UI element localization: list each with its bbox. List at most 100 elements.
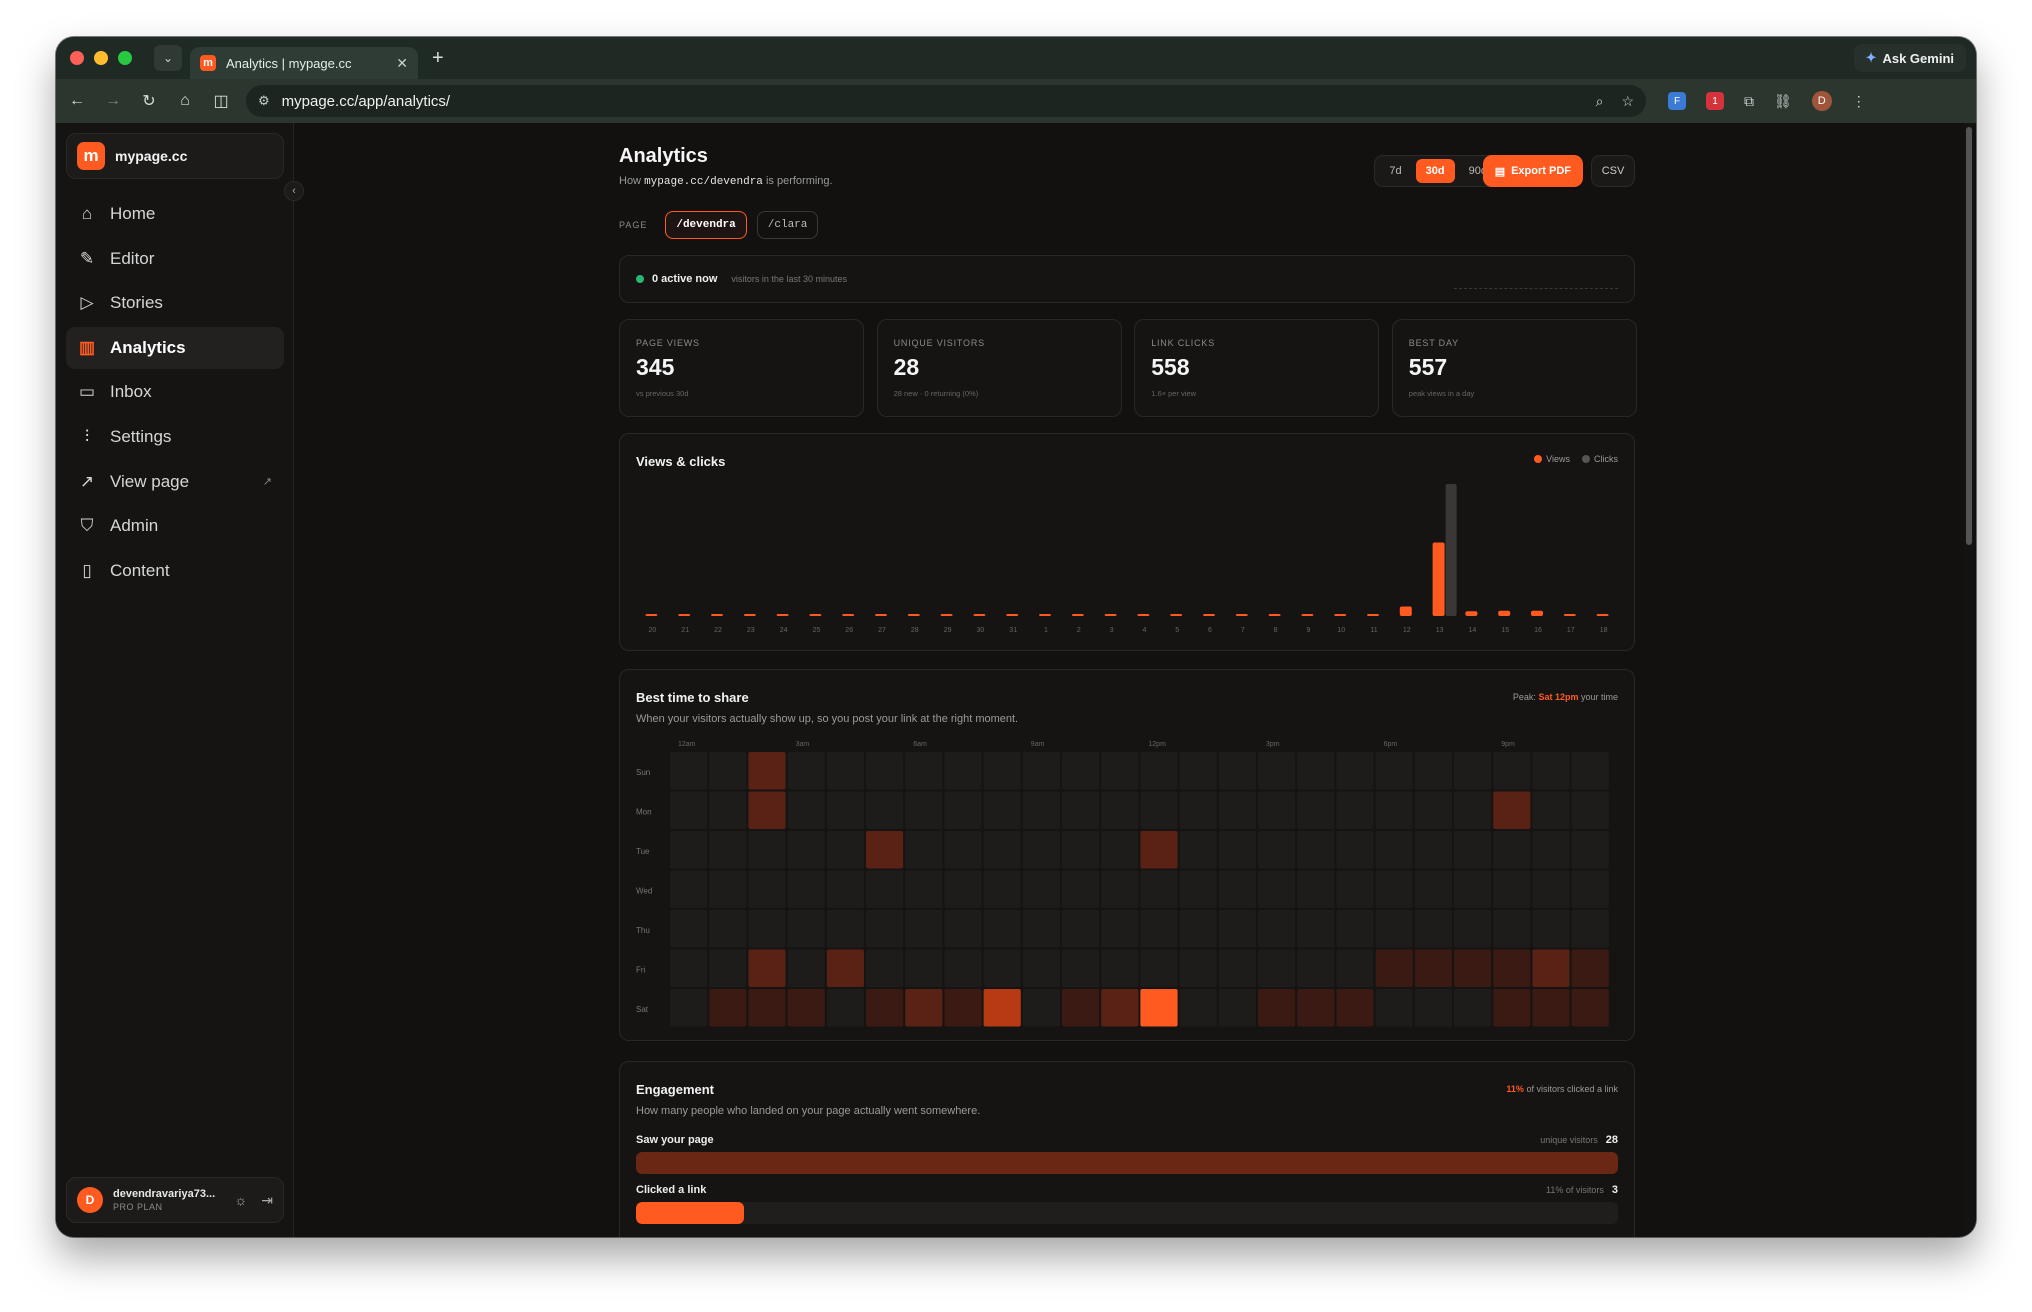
heatmap-cell[interactable] <box>1532 949 1570 988</box>
heatmap-cell[interactable] <box>826 989 864 1027</box>
address-bar[interactable]: ⚙ mypage.cc/app/analytics/ ⌕ ☆ <box>246 85 1646 117</box>
heatmap-cell[interactable] <box>1101 870 1139 909</box>
heatmap-cell[interactable] <box>1454 870 1492 909</box>
heatmap-cell[interactable] <box>826 949 864 988</box>
heatmap-cell[interactable] <box>826 870 864 909</box>
heatmap-cell[interactable] <box>709 831 747 869</box>
heatmap-cell[interactable] <box>1454 949 1492 988</box>
page-chip[interactable]: /devendra <box>665 211 747 239</box>
page-scrollbar[interactable] <box>1964 123 1974 1237</box>
bar-views-29[interactable] <box>940 614 953 616</box>
range-7d-button[interactable]: 7d <box>1379 159 1411 183</box>
heatmap-cell[interactable] <box>1493 752 1531 790</box>
page-chip[interactable]: /clara <box>756 211 819 239</box>
heatmap-cell[interactable] <box>1140 989 1178 1027</box>
heatmap-cell[interactable] <box>670 831 708 869</box>
heatmap-cell[interactable] <box>1493 910 1531 948</box>
heatmap-cell[interactable] <box>1101 791 1139 830</box>
heatmap-cell[interactable] <box>1571 910 1609 948</box>
heatmap-cell[interactable] <box>1062 949 1100 988</box>
profile-avatar[interactable]: D <box>1811 91 1832 111</box>
heatmap-cell[interactable] <box>709 791 747 830</box>
heatmap-cell[interactable] <box>905 752 943 790</box>
heatmap-cell[interactable] <box>748 910 786 948</box>
bar-views-2[interactable] <box>1071 614 1084 616</box>
heatmap-cell[interactable] <box>1179 989 1217 1027</box>
heatmap-cell[interactable] <box>709 870 747 909</box>
heatmap-cell[interactable] <box>787 791 825 830</box>
heatmap-cell[interactable] <box>1375 949 1413 988</box>
extension-one-icon[interactable]: F <box>1668 92 1686 110</box>
heatmap-cell[interactable] <box>1297 949 1335 988</box>
heatmap-cell[interactable] <box>1258 910 1296 948</box>
sidebar-item-content[interactable]: ▯ Content <box>66 550 284 592</box>
heatmap-cell[interactable] <box>670 989 708 1027</box>
heatmap-cell[interactable] <box>983 989 1021 1027</box>
heatmap-cell[interactable] <box>670 752 708 790</box>
back-button[interactable]: ← <box>62 86 92 116</box>
heatmap-cell[interactable] <box>1336 989 1374 1027</box>
heatmap-cell[interactable] <box>866 989 904 1027</box>
heatmap-cell[interactable] <box>1218 910 1256 948</box>
heatmap-cell[interactable] <box>1532 989 1570 1027</box>
heatmap-cell[interactable] <box>1218 870 1256 909</box>
heatmap-cell[interactable] <box>1375 791 1413 830</box>
heatmap-cell[interactable] <box>1532 910 1570 948</box>
heatmap-cell[interactable] <box>1571 791 1609 830</box>
heatmap-cell[interactable] <box>1297 752 1335 790</box>
export-pdf-button[interactable]: ▤ Export PDF <box>1482 155 1583 187</box>
bar-views-23[interactable] <box>743 614 756 616</box>
heatmap-cell[interactable] <box>1140 752 1178 790</box>
bar-views-22[interactable] <box>711 614 723 616</box>
heatmap-cell[interactable] <box>1532 791 1570 830</box>
heatmap-cell[interactable] <box>670 949 708 988</box>
heatmap-cell[interactable] <box>1571 870 1609 909</box>
heatmap-cell[interactable] <box>1414 949 1452 988</box>
heatmap-cell[interactable] <box>983 791 1021 830</box>
heatmap-cell[interactable] <box>670 910 708 948</box>
heatmap-cell[interactable] <box>1218 949 1256 988</box>
bar-views-5[interactable] <box>1170 614 1183 616</box>
bar-views-7[interactable] <box>1235 614 1248 616</box>
bar-views-6[interactable] <box>1203 614 1215 616</box>
heatmap-cell[interactable] <box>1571 949 1609 988</box>
heatmap-cell[interactable] <box>748 791 786 830</box>
heatmap-cell[interactable] <box>709 752 747 790</box>
close-tab-icon[interactable]: ✕ <box>396 55 408 72</box>
heatmap-cell[interactable] <box>944 989 982 1027</box>
heatmap-cell[interactable] <box>866 752 904 790</box>
heatmap-cell[interactable] <box>1375 831 1413 869</box>
heatmap-cell[interactable] <box>1297 831 1335 869</box>
heatmap-cell[interactable] <box>1258 949 1296 988</box>
heatmap-cell[interactable] <box>866 831 904 869</box>
bar-views-12[interactable] <box>1399 606 1412 616</box>
heatmap-cell[interactable] <box>1022 910 1060 948</box>
heatmap-cell[interactable] <box>787 910 825 948</box>
heatmap-cell[interactable] <box>1022 989 1060 1027</box>
heatmap-cell[interactable] <box>1022 791 1060 830</box>
heatmap-cell[interactable] <box>1140 910 1178 948</box>
heatmap-cell[interactable] <box>944 791 982 830</box>
heatmap-cell[interactable] <box>826 752 864 790</box>
heatmap-cell[interactable] <box>1414 831 1452 869</box>
bar-views-20[interactable] <box>645 614 658 616</box>
heatmap-cell[interactable] <box>983 949 1021 988</box>
heatmap-cell[interactable] <box>1336 870 1374 909</box>
bar-views-14[interactable] <box>1465 611 1478 616</box>
heatmap-cell[interactable] <box>1414 752 1452 790</box>
heatmap-cell[interactable] <box>787 752 825 790</box>
heatmap-cell[interactable] <box>1571 831 1609 869</box>
heatmap-cell[interactable] <box>1140 791 1178 830</box>
bookmark-star-icon[interactable]: ☆ <box>1621 93 1634 110</box>
heatmap-cell[interactable] <box>1571 989 1609 1027</box>
heatmap-cell[interactable] <box>1218 989 1256 1027</box>
heatmap-cell[interactable] <box>866 949 904 988</box>
heatmap-cell[interactable] <box>1022 752 1060 790</box>
heatmap-cell[interactable] <box>1571 752 1609 790</box>
bar-views-13[interactable] <box>1432 542 1445 616</box>
heatmap-cell[interactable] <box>1414 791 1452 830</box>
heatmap-cell[interactable] <box>1258 989 1296 1027</box>
heatmap-cell[interactable] <box>787 949 825 988</box>
sidebar-item-stories[interactable]: ▷ Stories <box>66 282 284 324</box>
heatmap-cell[interactable] <box>905 870 943 909</box>
